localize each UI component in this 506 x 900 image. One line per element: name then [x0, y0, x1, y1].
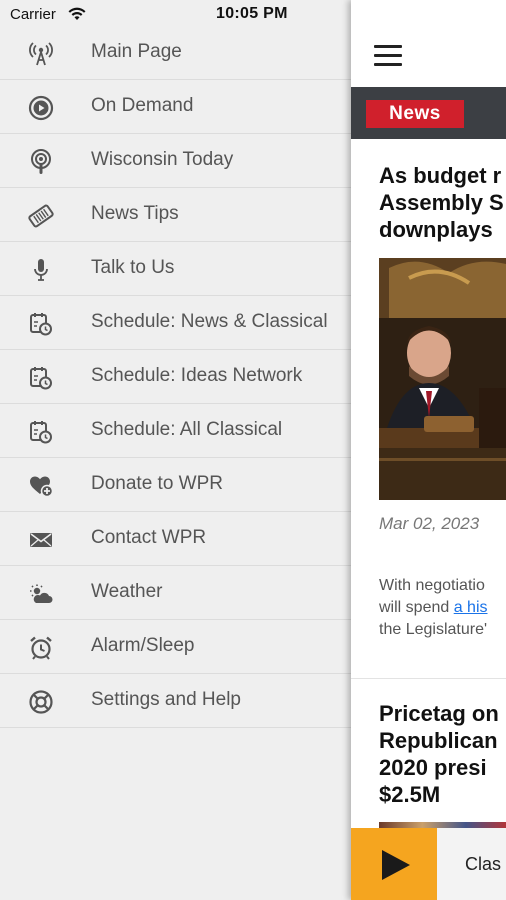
article-excerpt: With negotiatio will spend a his the Leg… [379, 575, 506, 641]
schedule-icon [30, 367, 52, 390]
article-title-line: downplays [379, 217, 493, 242]
hamburger-menu-button[interactable] [374, 45, 402, 69]
menu-item-label: Weather [91, 581, 163, 602]
article-title-line: 2020 presi [379, 755, 487, 780]
carrier-label: Carrier [10, 6, 56, 23]
menu-item-label: Schedule: All Classical [91, 419, 283, 440]
article-photo[interactable] [379, 258, 506, 500]
excerpt-link[interactable]: a his [454, 599, 488, 616]
menu-item-label: Schedule: Ideas Network [91, 365, 303, 386]
navigation-drawer: Main Page On Demand Wisconsin Today News… [0, 26, 351, 900]
play-button[interactable] [351, 828, 437, 900]
app-screen: Carrier 10:05 PM Main Page On Demand Wis… [0, 0, 506, 900]
main-content-panel[interactable]: News As budget r Assembly S downplays Ma… [351, 0, 506, 900]
weather-icon [30, 584, 53, 603]
schedule-icon [30, 421, 52, 444]
schedule-icon [30, 313, 52, 336]
menu-item-weather[interactable]: Weather [0, 566, 351, 620]
menu-item-label: On Demand [91, 95, 194, 116]
article-date: Mar 02, 2023 [379, 514, 480, 533]
play-circle-icon [28, 95, 54, 121]
excerpt-text: will spend [379, 599, 454, 616]
menu-item-schedule-news-classical[interactable]: Schedule: News & Classical [0, 296, 351, 350]
menu-item-on-demand[interactable]: On Demand [0, 80, 351, 134]
now-playing-label[interactable]: Clas [465, 854, 501, 875]
menu-item-talk-to-us[interactable]: Talk to Us [0, 242, 351, 296]
help-icon [29, 690, 53, 714]
status-time: 10:05 PM [216, 5, 288, 22]
menu-item-schedule-ideas-network[interactable]: Schedule: Ideas Network [0, 350, 351, 404]
menu-icon-line [374, 63, 402, 66]
article-title[interactable]: As budget r Assembly S downplays [379, 162, 506, 243]
menu-item-label: Alarm/Sleep [91, 635, 195, 656]
article-title-line: Assembly S [379, 190, 504, 215]
news-section-badge[interactable]: News [366, 100, 464, 128]
menu-item-label: Settings and Help [91, 689, 241, 710]
radio-tower-icon [29, 42, 53, 66]
menu-item-label: Schedule: News & Classical [91, 311, 328, 332]
menu-icon-line [374, 54, 402, 57]
heart-plus-icon [30, 476, 54, 498]
excerpt-line: will spend a his [379, 597, 506, 619]
play-icon [382, 850, 410, 880]
menu-item-label: Main Page [91, 41, 182, 62]
article-title-line: Republican [379, 728, 498, 753]
podcast-icon [31, 149, 51, 174]
menu-icon-line [374, 45, 402, 48]
section-header-bar: News [351, 87, 506, 139]
menu-item-alarm-sleep[interactable]: Alarm/Sleep [0, 620, 351, 674]
excerpt-line: With negotiatio [379, 577, 485, 594]
menu-item-label: Wisconsin Today [91, 149, 234, 170]
menu-item-schedule-all-classical[interactable]: Schedule: All Classical [0, 404, 351, 458]
menu-item-donate[interactable]: Donate to WPR [0, 458, 351, 512]
audio-player-bar: Clas [351, 828, 506, 900]
menu-item-label: Donate to WPR [91, 473, 223, 494]
menu-item-news-tips[interactable]: News Tips [0, 188, 351, 242]
envelope-icon [30, 533, 52, 547]
menu-item-settings-help[interactable]: Settings and Help [0, 674, 351, 728]
article-title[interactable]: Pricetag on Republican 2020 presi $2.5M [379, 700, 506, 808]
menu-item-label: Contact WPR [91, 527, 207, 548]
legislator-photo-illustration [379, 258, 506, 500]
menu-item-main-page[interactable]: Main Page [0, 26, 351, 80]
menu-item-wisconsin-today[interactable]: Wisconsin Today [0, 134, 351, 188]
menu-item-contact[interactable]: Contact WPR [0, 512, 351, 566]
article-title-line: $2.5M [379, 782, 441, 807]
article-divider [351, 678, 506, 679]
article-title-line: Pricetag on [379, 701, 499, 726]
microphone-icon [34, 259, 48, 281]
wifi-icon [68, 7, 86, 20]
ticket-icon [28, 204, 54, 228]
article-title-line: As budget r [379, 163, 502, 188]
excerpt-line: the Legislature' [379, 621, 488, 638]
menu-item-label: Talk to Us [91, 257, 175, 278]
alarm-clock-icon [30, 636, 52, 660]
menu-item-label: News Tips [91, 203, 179, 224]
